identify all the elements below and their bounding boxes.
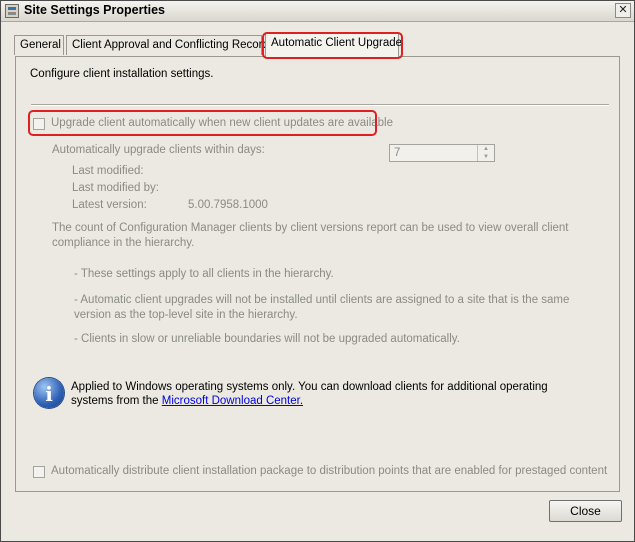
tab-automatic-client-upgrade[interactable]: Automatic Client Upgrade <box>265 33 402 57</box>
info-text: Applied to Windows operating systems onl… <box>71 380 591 408</box>
days-value: 7 <box>394 147 401 159</box>
note-site-version: - Automatic client upgrades will not be … <box>74 294 570 321</box>
days-stepper[interactable]: 7 ▲ ▼ <box>389 144 495 162</box>
note-slow-boundaries: - Clients in slow or unreliable boundari… <box>74 333 460 345</box>
report-note: The count of Configuration Manager clien… <box>52 222 569 249</box>
microsoft-download-center-link[interactable]: Microsoft Download Center. <box>162 395 303 407</box>
intro-text: Configure client installation settings. <box>30 68 214 80</box>
info-message: Applied to Windows operating systems onl… <box>71 381 548 407</box>
latest-version-label: Latest version: <box>72 199 147 211</box>
upgrade-automatically-label: Upgrade client automatically when new cl… <box>51 117 394 129</box>
automatic-client-upgrade-panel: Configure client installation settings. … <box>15 56 620 492</box>
distribute-package-label: Automatically distribute client installa… <box>51 465 608 477</box>
latest-version-value: 5.00.7958.1000 <box>188 199 268 211</box>
distribute-package-checkbox[interactable] <box>33 466 45 478</box>
info-icon: i <box>34 378 64 408</box>
title-bar: Site Settings Properties ✕ <box>1 1 634 22</box>
stepper-buttons: ▲ ▼ <box>477 145 494 161</box>
close-window-button[interactable]: ✕ <box>615 3 631 18</box>
last-modified-label: Last modified: <box>72 165 144 177</box>
days-label: Automatically upgrade clients within day… <box>52 144 265 156</box>
upgrade-automatically-checkbox[interactable] <box>33 118 45 130</box>
window-title: Site Settings Properties <box>24 3 166 17</box>
separator <box>31 104 609 106</box>
properties-icon <box>5 4 19 18</box>
note-settings-scope: - These settings apply to all clients in… <box>74 268 334 280</box>
close-button[interactable]: Close <box>549 500 622 522</box>
site-settings-window: Site Settings Properties ✕ General Clien… <box>0 0 635 542</box>
tab-client-approval[interactable]: Client Approval and Conflicting Records <box>66 35 275 55</box>
stepper-down-icon[interactable]: ▼ <box>478 153 494 161</box>
stepper-up-icon[interactable]: ▲ <box>478 145 494 153</box>
last-modified-by-label: Last modified by: <box>72 182 159 194</box>
tab-general[interactable]: General <box>14 35 64 55</box>
